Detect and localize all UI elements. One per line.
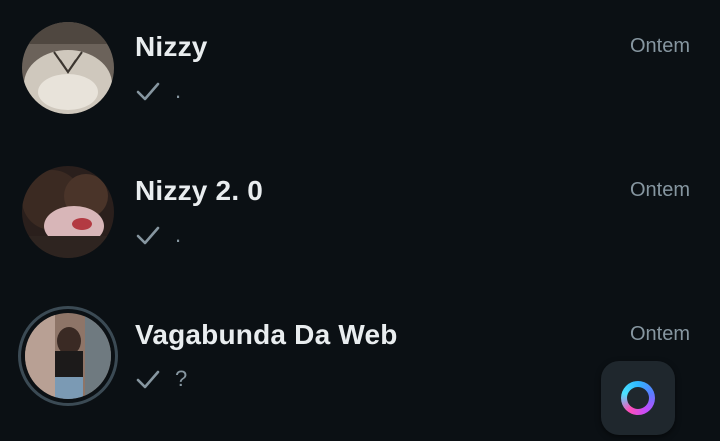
- avatar[interactable]: [22, 22, 114, 114]
- chat-preview-text: .: [175, 78, 182, 103]
- chat-preview: ?: [135, 365, 187, 393]
- avatar-with-status-ring[interactable]: [18, 306, 118, 406]
- chat-time: Ontem: [629, 323, 690, 345]
- meta-ai-button[interactable]: [601, 361, 675, 435]
- chat-name: Nizzy: [135, 31, 208, 62]
- chat-time: Ontem: [629, 35, 690, 57]
- chat-row-nizzy-2[interactable]: Nizzy 2. 0 Ontem .: [0, 144, 720, 274]
- chat-time: Ontem: [629, 179, 690, 201]
- chat-name: Nizzy 2. 0: [135, 175, 264, 206]
- chat-preview: .: [135, 221, 181, 249]
- chat-preview-text: .: [175, 222, 182, 247]
- chat-row-nizzy[interactable]: Nizzy Ontem .: [0, 0, 720, 130]
- avatar[interactable]: [22, 166, 114, 258]
- meta-ai-ring-icon: [621, 381, 655, 415]
- chat-preview-text: ?: [175, 366, 188, 391]
- avatar-image: [25, 313, 111, 399]
- single-check-icon: [136, 226, 160, 245]
- avatar-image: [22, 166, 114, 258]
- single-check-icon: [136, 370, 160, 389]
- avatar-image: [22, 22, 114, 114]
- single-check-icon: [136, 82, 160, 101]
- chat-name: Vagabunda Da Web: [135, 319, 398, 350]
- chat-preview: .: [135, 77, 181, 105]
